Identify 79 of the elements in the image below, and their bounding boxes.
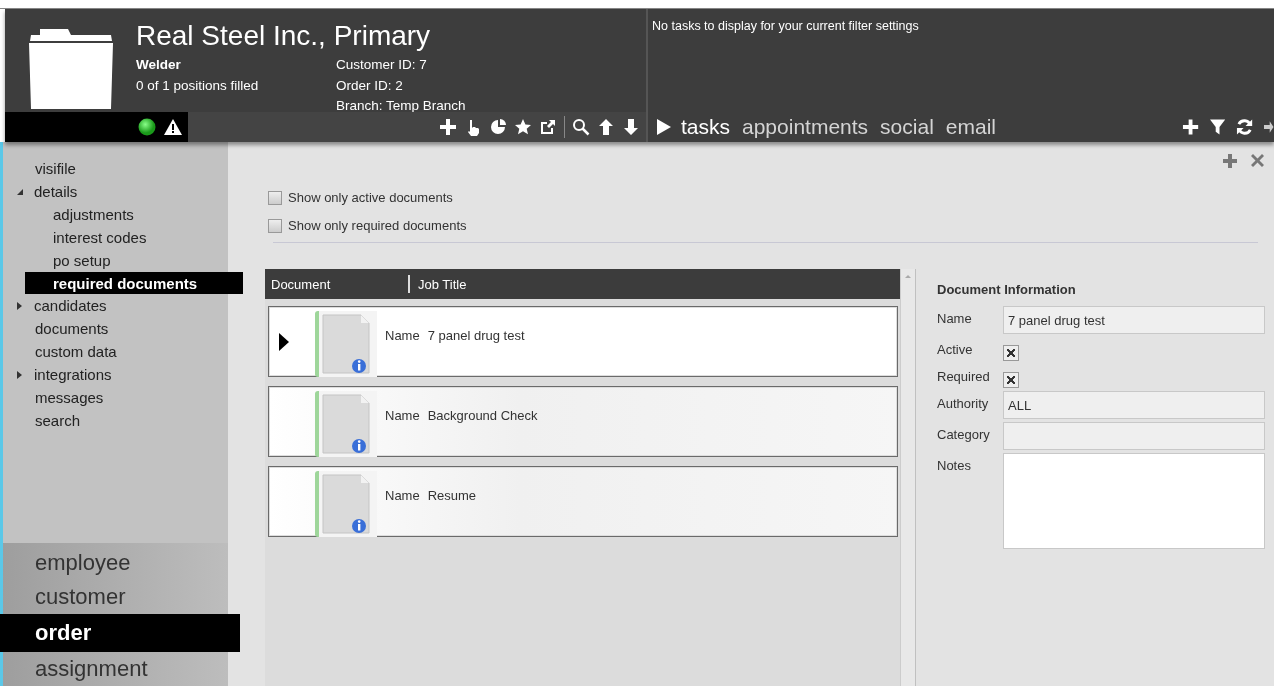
detail-text: Customer ID: 7 [336,56,428,74]
down-arrow-icon[interactable] [622,118,640,136]
filter-icon[interactable] [1210,118,1226,136]
x-mark-icon [1006,348,1016,358]
text-field[interactable]: ALL [1003,391,1265,419]
record-title: Real Steel Inc., Primary [136,19,432,53]
nav-item[interactable]: documents [3,317,228,340]
nav-item[interactable]: details [3,180,228,203]
up-arrow-icon[interactable] [597,118,615,136]
task-tab[interactable]: email [945,115,996,139]
plus-icon[interactable] [1182,118,1200,136]
field-label: Active [937,341,974,359]
field-label: Name [937,310,973,328]
nav-item[interactable]: interest codes [3,226,228,249]
plus-icon[interactable] [439,118,457,136]
field-label: Name [385,328,420,343]
expand-arrow-icon[interactable] [17,370,22,379]
text-field[interactable]: 7 panel drug test [1003,306,1265,334]
document-row[interactable]: Name Background Check [268,386,898,457]
nav-item[interactable]: messages [3,386,228,409]
field-label: Required [937,368,991,386]
document-name: Resume [427,488,477,503]
checkbox-label[interactable]: Show only active documents [288,190,453,205]
text-field[interactable] [1003,422,1265,450]
nav-item[interactable]: integrations [3,363,228,386]
nav-item[interactable]: search [3,409,228,432]
document-name: Background Check [427,408,538,423]
row-pointer-icon [279,333,289,351]
expand-arrow-icon[interactable] [17,301,22,310]
panel-title: Document Information [937,282,1077,297]
task-tab[interactable]: appointments [742,115,869,139]
task-tab[interactable]: social [880,115,934,139]
module-item[interactable]: order [0,613,240,653]
pie-icon[interactable] [489,118,507,136]
module-item[interactable]: assignment [3,652,228,686]
document-name: 7 panel drug test [427,328,525,343]
search-icon[interactable] [572,118,590,136]
nav-item[interactable]: custom data [3,340,228,363]
job-title: Welder [136,56,182,74]
checkbox[interactable] [1003,372,1019,388]
warning-icon[interactable] [164,119,182,135]
positions-text: 0 of 1 positions filled [136,76,260,95]
collapse-arrow-icon[interactable] [17,188,23,195]
checkbox-label[interactable]: Show only required documents [288,218,467,233]
detail-text: Branch: Temp Branch [336,97,466,115]
nav-item[interactable]: po setup [3,249,228,272]
document-row[interactable]: Name 7 panel drug test [268,306,898,377]
field-label: Category [937,426,991,444]
document-icon [315,391,377,457]
play-icon[interactable] [657,119,671,135]
checkbox[interactable] [268,190,282,205]
notes-field[interactable] [1003,453,1265,549]
module-item[interactable]: customer [3,579,228,614]
checkbox[interactable] [268,218,282,233]
field-label: Name [385,488,420,503]
empty-tasks-message: No tasks to display for your current filter settings [652,19,919,33]
column-header[interactable]: Job Title [418,276,467,292]
close-icon[interactable] [1251,154,1264,167]
document-icon [315,471,377,537]
document-row[interactable]: Name Resume [268,466,898,537]
add-icon[interactable] [1223,154,1237,168]
checkbox[interactable] [1003,345,1019,361]
module-item[interactable]: employee [3,546,228,580]
nav-item[interactable]: candidates [3,294,228,317]
document-icon [315,311,377,377]
field-label: Name [385,408,420,423]
nav-item[interactable]: required documents [25,272,243,294]
star-icon[interactable] [514,118,532,136]
status-dot-icon [138,118,156,136]
column-header[interactable]: Document [271,276,331,292]
external-link-icon[interactable] [539,118,557,136]
x-mark-icon [1006,375,1016,385]
nav-item[interactable]: adjustments [3,203,228,226]
field-label: Notes [937,457,972,475]
task-tab[interactable]: tasks [681,115,730,139]
field-label: Authority [937,395,990,413]
detail-text: Order ID: 2 [336,76,404,95]
nav-item[interactable]: visifile [3,157,228,180]
refresh-icon[interactable] [1236,118,1254,136]
